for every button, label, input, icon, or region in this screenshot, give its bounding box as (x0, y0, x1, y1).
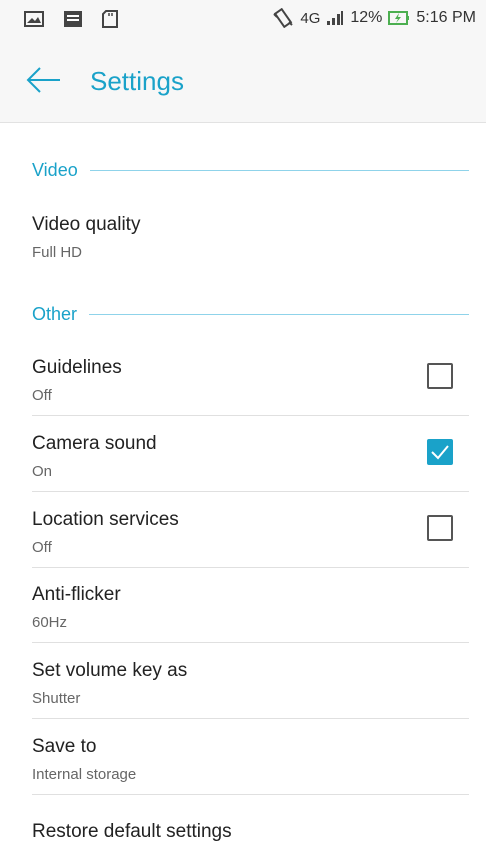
setting-title: Set volume key as (32, 660, 188, 681)
section-divider-line (89, 314, 469, 315)
setting-value: Shutter (32, 690, 81, 707)
vibrate-icon (272, 8, 294, 28)
setting-volume-key[interactable]: Set volume key as Shutter (32, 660, 469, 707)
battery-charging-icon (388, 10, 410, 26)
setting-value: Off (32, 387, 52, 404)
setting-location-services[interactable]: Location services Off (32, 509, 469, 556)
section-header-video: Video (32, 160, 469, 181)
setting-title: Guidelines (32, 357, 122, 378)
setting-value: 60Hz (32, 614, 68, 631)
notification-card-icon (64, 11, 82, 27)
status-bar: 4G 12% 5:16 PM (0, 0, 486, 39)
guidelines-checkbox[interactable] (427, 363, 453, 389)
checkmark-icon (431, 445, 449, 460)
section-divider-line (89, 170, 469, 171)
camera-sound-checkbox[interactable] (427, 439, 453, 465)
app-bar: Settings (0, 38, 486, 123)
clock: 5:16 PM (416, 9, 476, 26)
setting-title: Anti-flicker (32, 584, 121, 605)
divider (32, 567, 469, 568)
setting-restore-defaults[interactable]: Restore default settings (32, 821, 469, 843)
sd-card-icon (102, 10, 118, 28)
setting-title: Camera sound (32, 433, 157, 454)
setting-title: Video quality (32, 214, 141, 235)
divider (32, 491, 469, 492)
section-header-other: Other (32, 304, 469, 325)
section-label-video: Video (32, 160, 78, 180)
setting-title: Save to (32, 736, 97, 757)
setting-title: Location services (32, 509, 179, 530)
location-services-checkbox[interactable] (427, 515, 453, 541)
setting-video-quality[interactable]: Video quality Full HD (32, 214, 469, 261)
network-type: 4G (300, 9, 321, 27)
page-title: Settings (90, 66, 184, 96)
divider (32, 642, 469, 643)
setting-camera-sound[interactable]: Camera sound On (32, 433, 469, 480)
divider (32, 415, 469, 416)
signal-icon (326, 10, 344, 26)
setting-value: Off (32, 539, 52, 556)
setting-value: Internal storage (32, 766, 137, 783)
setting-value: On (32, 463, 53, 480)
battery-percent: 12% (350, 9, 383, 26)
image-icon (24, 11, 44, 27)
divider (32, 718, 469, 719)
setting-save-to[interactable]: Save to Internal storage (32, 736, 469, 783)
setting-value: Full HD (32, 244, 83, 261)
divider (32, 794, 469, 795)
setting-guidelines[interactable]: Guidelines Off (32, 357, 469, 404)
setting-title: Restore default settings (32, 821, 232, 842)
section-label-other: Other (32, 304, 78, 324)
arrow-left-icon[interactable] (26, 66, 62, 94)
setting-anti-flicker[interactable]: Anti-flicker 60Hz (32, 584, 469, 631)
